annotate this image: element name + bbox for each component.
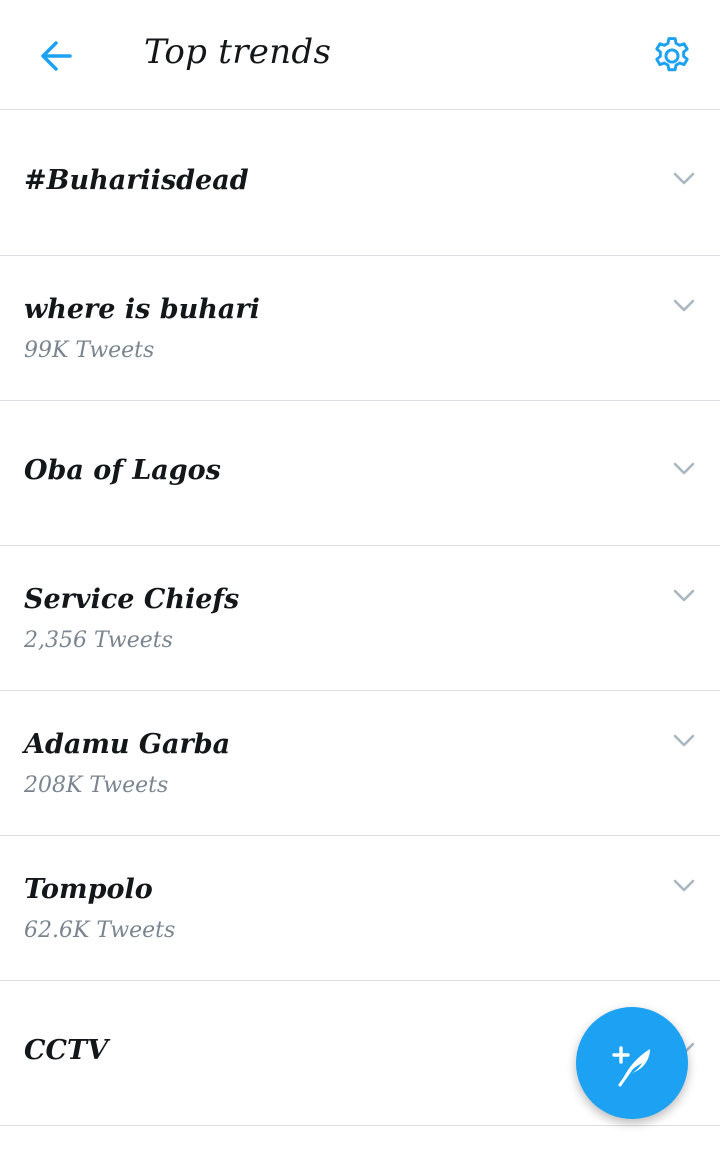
trend-name: Service Chiefs xyxy=(24,584,240,615)
trend-tweet-count: 99K Tweets xyxy=(24,338,155,363)
trend-item[interactable]: #Buhariisdead xyxy=(0,111,720,256)
trend-name: #Buhariisdead xyxy=(24,165,249,196)
trend-item[interactable]: Adamu Garba 208K Tweets xyxy=(0,691,720,836)
chevron-down-icon[interactable] xyxy=(670,731,698,751)
trend-name: Oba of Lagos xyxy=(24,455,221,486)
chevron-down-icon[interactable] xyxy=(670,586,698,606)
trend-name: Tompolo xyxy=(24,874,153,905)
trend-item[interactable]: Oba of Lagos xyxy=(0,401,720,546)
app-root: Top trends #Buhariisdead where is buhari… xyxy=(0,0,720,1150)
chevron-down-icon[interactable] xyxy=(670,459,698,479)
compose-tweet-button[interactable] xyxy=(576,1007,688,1119)
back-button[interactable] xyxy=(30,30,82,82)
page-title: Top trends xyxy=(144,32,332,72)
trend-tweet-count: 2,356 Tweets xyxy=(24,628,173,653)
trend-name: CCTV xyxy=(24,1035,109,1066)
chevron-down-icon[interactable] xyxy=(670,876,698,896)
chevron-down-icon[interactable] xyxy=(670,169,698,189)
trend-name: Adamu Garba xyxy=(24,729,231,760)
gear-icon xyxy=(655,37,689,72)
trend-name: where is buhari xyxy=(24,294,260,325)
trend-list: #Buhariisdead where is buhari 99K Tweets… xyxy=(0,111,720,1126)
trend-tweet-count: 62.6K Tweets xyxy=(24,918,176,943)
compose-tweet-icon xyxy=(612,1046,650,1087)
trend-item[interactable]: where is buhari 99K Tweets xyxy=(0,256,720,401)
trend-tweet-count: 208K Tweets xyxy=(24,773,169,798)
settings-button[interactable] xyxy=(646,30,698,82)
chevron-down-icon[interactable] xyxy=(670,296,698,316)
trend-item[interactable]: Tompolo 62.6K Tweets xyxy=(0,836,720,981)
trend-item[interactable]: Service Chiefs 2,356 Tweets xyxy=(0,546,720,691)
arrow-left-icon xyxy=(41,41,72,71)
top-bar: Top trends xyxy=(0,0,720,110)
